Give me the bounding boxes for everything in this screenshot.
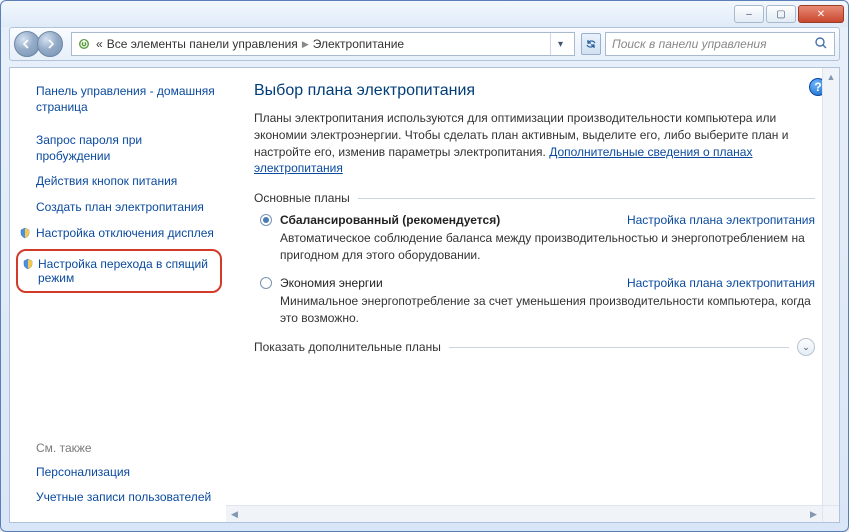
power-options-icon <box>76 36 92 52</box>
radio-powersaver[interactable] <box>260 277 272 289</box>
plan-name: Сбалансированный (рекомендуется) <box>280 213 500 227</box>
scroll-track[interactable] <box>823 85 839 505</box>
maximize-icon: ▢ <box>776 9 785 20</box>
scroll-up-icon[interactable]: ▲ <box>823 68 839 85</box>
section-main-plans: Основные планы <box>254 191 815 205</box>
minimize-button[interactable]: – <box>734 5 764 23</box>
sidebar: Панель управления - домашняя страница За… <box>10 68 226 522</box>
breadcrumb-prefix: « <box>96 37 103 51</box>
divider <box>358 198 815 199</box>
sidebar-button-actions-link[interactable]: Действия кнопок питания <box>16 170 226 194</box>
content: Панель управления - домашняя страница За… <box>9 67 840 523</box>
main-panel: ? Выбор плана электропитания Планы элект… <box>226 68 839 522</box>
chevron-right-icon: ▶ <box>302 39 309 50</box>
horizontal-scrollbar[interactable]: ◀ ▶ <box>226 505 822 522</box>
search-input[interactable]: Поиск в панели управления <box>605 32 835 56</box>
scrollbar-corner <box>822 505 839 522</box>
close-button[interactable]: ✕ <box>798 5 844 23</box>
window: – ▢ ✕ « Все элементы панели управления ▶… <box>0 0 849 532</box>
sidebar-user-accounts-link[interactable]: Учетные записи пользователей <box>16 486 226 510</box>
close-icon: ✕ <box>817 9 825 20</box>
sidebar-item-label: Настройка перехода в спящий режим <box>38 257 208 285</box>
shield-icon <box>22 258 34 270</box>
sidebar-create-plan-link[interactable]: Создать план электропитания <box>16 196 226 220</box>
divider <box>449 347 789 348</box>
sidebar-personalization-link[interactable]: Персонализация <box>16 461 226 485</box>
address-bar[interactable]: « Все элементы панели управления ▶ Элект… <box>71 32 575 56</box>
scroll-track[interactable] <box>243 506 805 522</box>
sidebar-see-also-heading: См. также <box>16 437 226 459</box>
address-dropdown[interactable]: ▾ <box>550 33 570 55</box>
scroll-right-icon[interactable]: ▶ <box>805 506 822 522</box>
breadcrumb-item[interactable]: Все элементы панели управления <box>107 37 298 51</box>
plan-settings-link[interactable]: Настройка плана электропитания <box>627 213 815 227</box>
sidebar-home-link[interactable]: Панель управления - домашняя страница <box>16 80 226 119</box>
sidebar-sleep-link-highlighted[interactable]: Настройка перехода в спящий режим <box>16 249 222 293</box>
minimize-icon: – <box>746 9 752 20</box>
expand-button[interactable]: ⌄ <box>797 338 815 356</box>
plan-balanced: Сбалансированный (рекомендуется) Настрой… <box>254 213 815 264</box>
radio-balanced[interactable] <box>260 214 272 226</box>
plan-powersaver: Экономия энергии Настройка плана электро… <box>254 276 815 327</box>
plan-settings-link[interactable]: Настройка плана электропитания <box>627 276 815 290</box>
shield-icon <box>19 227 31 239</box>
titlebar: – ▢ ✕ <box>1 1 848 27</box>
arrow-left-icon <box>21 38 33 50</box>
plan-description: Минимальное энергопотребление за счет ум… <box>260 290 815 327</box>
toolbar: « Все элементы панели управления ▶ Элект… <box>9 27 840 61</box>
expand-label: Показать дополнительные планы <box>254 340 441 354</box>
sidebar-display-off-link[interactable]: Настройка отключения дисплея <box>16 222 226 246</box>
page-description: Планы электропитания используются для оп… <box>254 110 815 177</box>
forward-button[interactable] <box>37 31 63 57</box>
scroll-left-icon[interactable]: ◀ <box>226 506 243 522</box>
sidebar-wake-password-link[interactable]: Запрос пароля при пробуждении <box>16 129 226 168</box>
maximize-button[interactable]: ▢ <box>766 5 796 23</box>
search-placeholder: Поиск в панели управления <box>612 37 767 51</box>
sidebar-item-label: Настройка отключения дисплея <box>36 226 214 240</box>
breadcrumb-item[interactable]: Электропитание <box>313 37 404 51</box>
section-label: Основные планы <box>254 191 350 205</box>
vertical-scrollbar[interactable]: ▲ ▼ <box>822 68 839 522</box>
plan-name: Экономия энергии <box>280 276 383 290</box>
plan-description: Автоматическое соблюдение баланса между … <box>260 227 815 264</box>
refresh-button[interactable] <box>581 33 601 55</box>
page-title: Выбор плана электропитания <box>254 82 815 100</box>
expand-plans-row: Показать дополнительные планы ⌄ <box>254 338 815 356</box>
arrow-right-icon <box>44 38 56 50</box>
nav-buttons <box>14 31 63 57</box>
chevron-down-icon: ⌄ <box>802 342 810 353</box>
search-icon <box>814 36 828 53</box>
refresh-icon <box>585 38 597 50</box>
